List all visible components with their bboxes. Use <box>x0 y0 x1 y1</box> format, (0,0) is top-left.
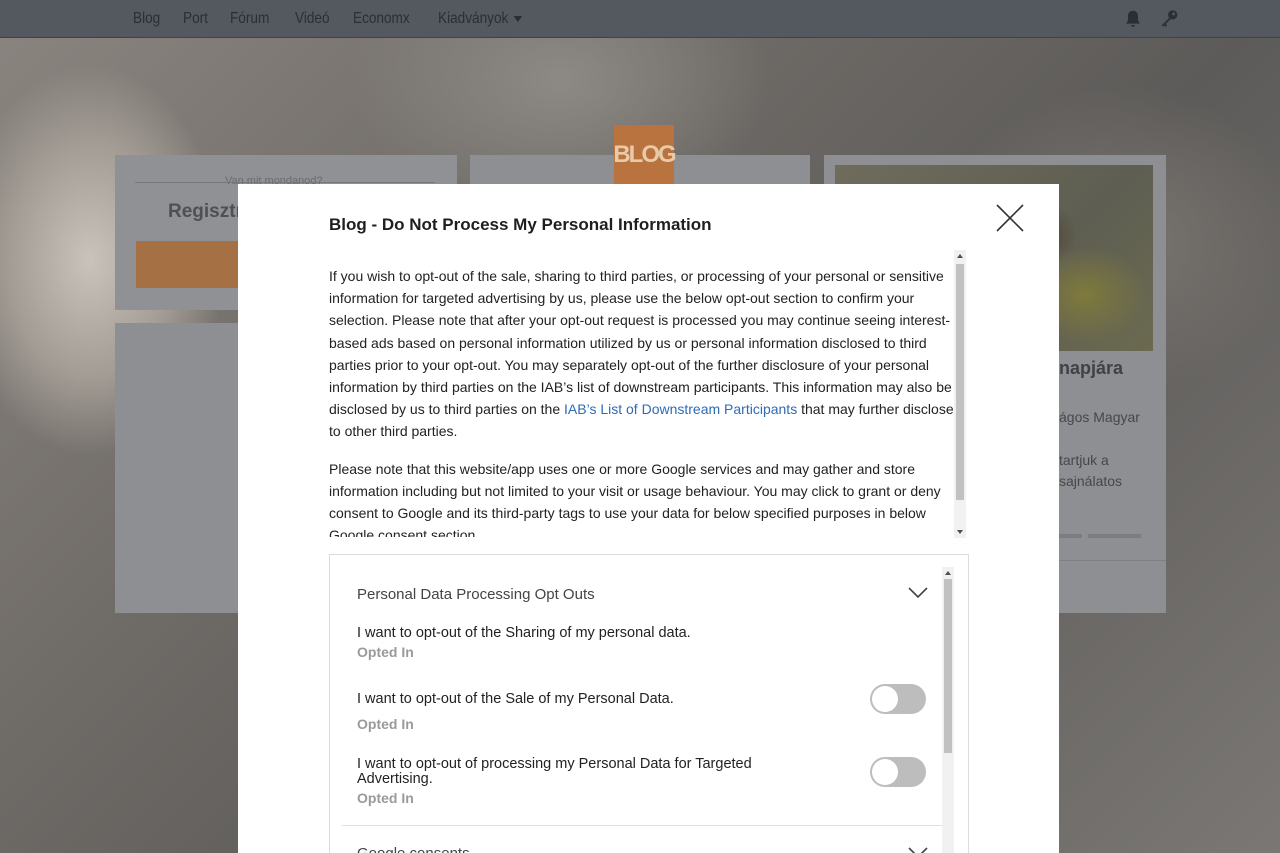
scrollbar-thumb[interactable] <box>956 264 964 500</box>
opt-out-sharing-label: I want to opt-out of the Sharing of my p… <box>357 625 691 641</box>
scrollbar-thumb[interactable] <box>944 579 952 753</box>
chevron-down-icon[interactable] <box>908 587 928 599</box>
description: If you wish to opt-out of the sale, shar… <box>329 265 969 537</box>
privacy-modal: Blog - Do Not Process My Personal Inform… <box>238 184 1059 853</box>
key-icon[interactable] <box>1158 8 1180 30</box>
opt-out-sale-label: I want to opt-out of the Sale of my Pers… <box>357 691 674 707</box>
scroll-up-arrow-icon[interactable] <box>957 254 963 258</box>
paragraph-text: If you wish to opt-out of the sale, shar… <box>329 268 952 418</box>
close-icon[interactable] <box>994 202 1026 234</box>
divider <box>135 182 435 183</box>
description-paragraph-2: Please note that this website/app uses o… <box>329 460 941 537</box>
opt-out-targeted-ads-label: I want to opt-out of processing my Perso… <box>357 756 752 787</box>
description-scroll-area[interactable]: If you wish to opt-out of the sale, shar… <box>329 250 969 537</box>
blog-logo: BLOG <box>613 125 677 185</box>
modal-title: Blog - Do Not Process My Personal Inform… <box>329 215 712 234</box>
scroll-up-arrow-icon[interactable] <box>945 571 951 575</box>
opt-out-sharing-status: Opted In <box>357 644 414 660</box>
top-navigation-bar: Blog Port Fórum Videó Economx Kiadványok <box>0 0 1280 38</box>
nav-economx[interactable]: Economx <box>353 10 410 28</box>
opt-out-scrollbar[interactable] <box>942 567 954 853</box>
bell-icon[interactable] <box>1122 8 1144 30</box>
section-title-opt-outs: Personal Data Processing Opt Outs <box>357 586 595 603</box>
iab-downstream-participants-link[interactable]: IAB’s List of Downstream Participants <box>564 401 797 417</box>
article-text-line: sajnálatos <box>1059 473 1123 489</box>
top-icons <box>1122 8 1180 30</box>
opt-out-targeted-ads-toggle[interactable] <box>870 757 926 787</box>
article-title: napjára <box>1059 358 1124 378</box>
nav-forum[interactable]: Fórum <box>230 10 269 28</box>
article-text-line: tartjuk a <box>1059 452 1109 468</box>
opt-out-targeted-ads-status: Opted In <box>357 790 414 806</box>
carousel-indicator[interactable] <box>1088 534 1141 538</box>
nav-port[interactable]: Port <box>183 10 208 28</box>
opt-out-panel: Personal Data Processing Opt Outs I want… <box>329 554 969 853</box>
nav-blog[interactable]: Blog <box>133 10 160 28</box>
description-paragraph-1: If you wish to opt-out of the sale, shar… <box>329 265 969 443</box>
chevron-down-icon[interactable] <box>908 847 928 853</box>
article-text-line: ágos Magyar <box>1059 409 1140 425</box>
nav-video[interactable]: Videó <box>295 10 330 28</box>
registration-title: Regisztr <box>168 201 243 222</box>
description-scrollbar[interactable] <box>954 250 966 538</box>
opt-out-sale-status: Opted In <box>357 716 414 732</box>
nav-kiadvanyok-dropdown[interactable]: Kiadványok <box>438 10 522 28</box>
section-title-google-consents: Google consents <box>357 845 470 853</box>
opt-out-sale-toggle[interactable] <box>870 684 926 714</box>
main-nav: Blog Port Fórum Videó Economx Kiadványok <box>133 0 555 38</box>
divider <box>342 825 942 826</box>
scroll-down-arrow-icon[interactable] <box>957 530 963 534</box>
